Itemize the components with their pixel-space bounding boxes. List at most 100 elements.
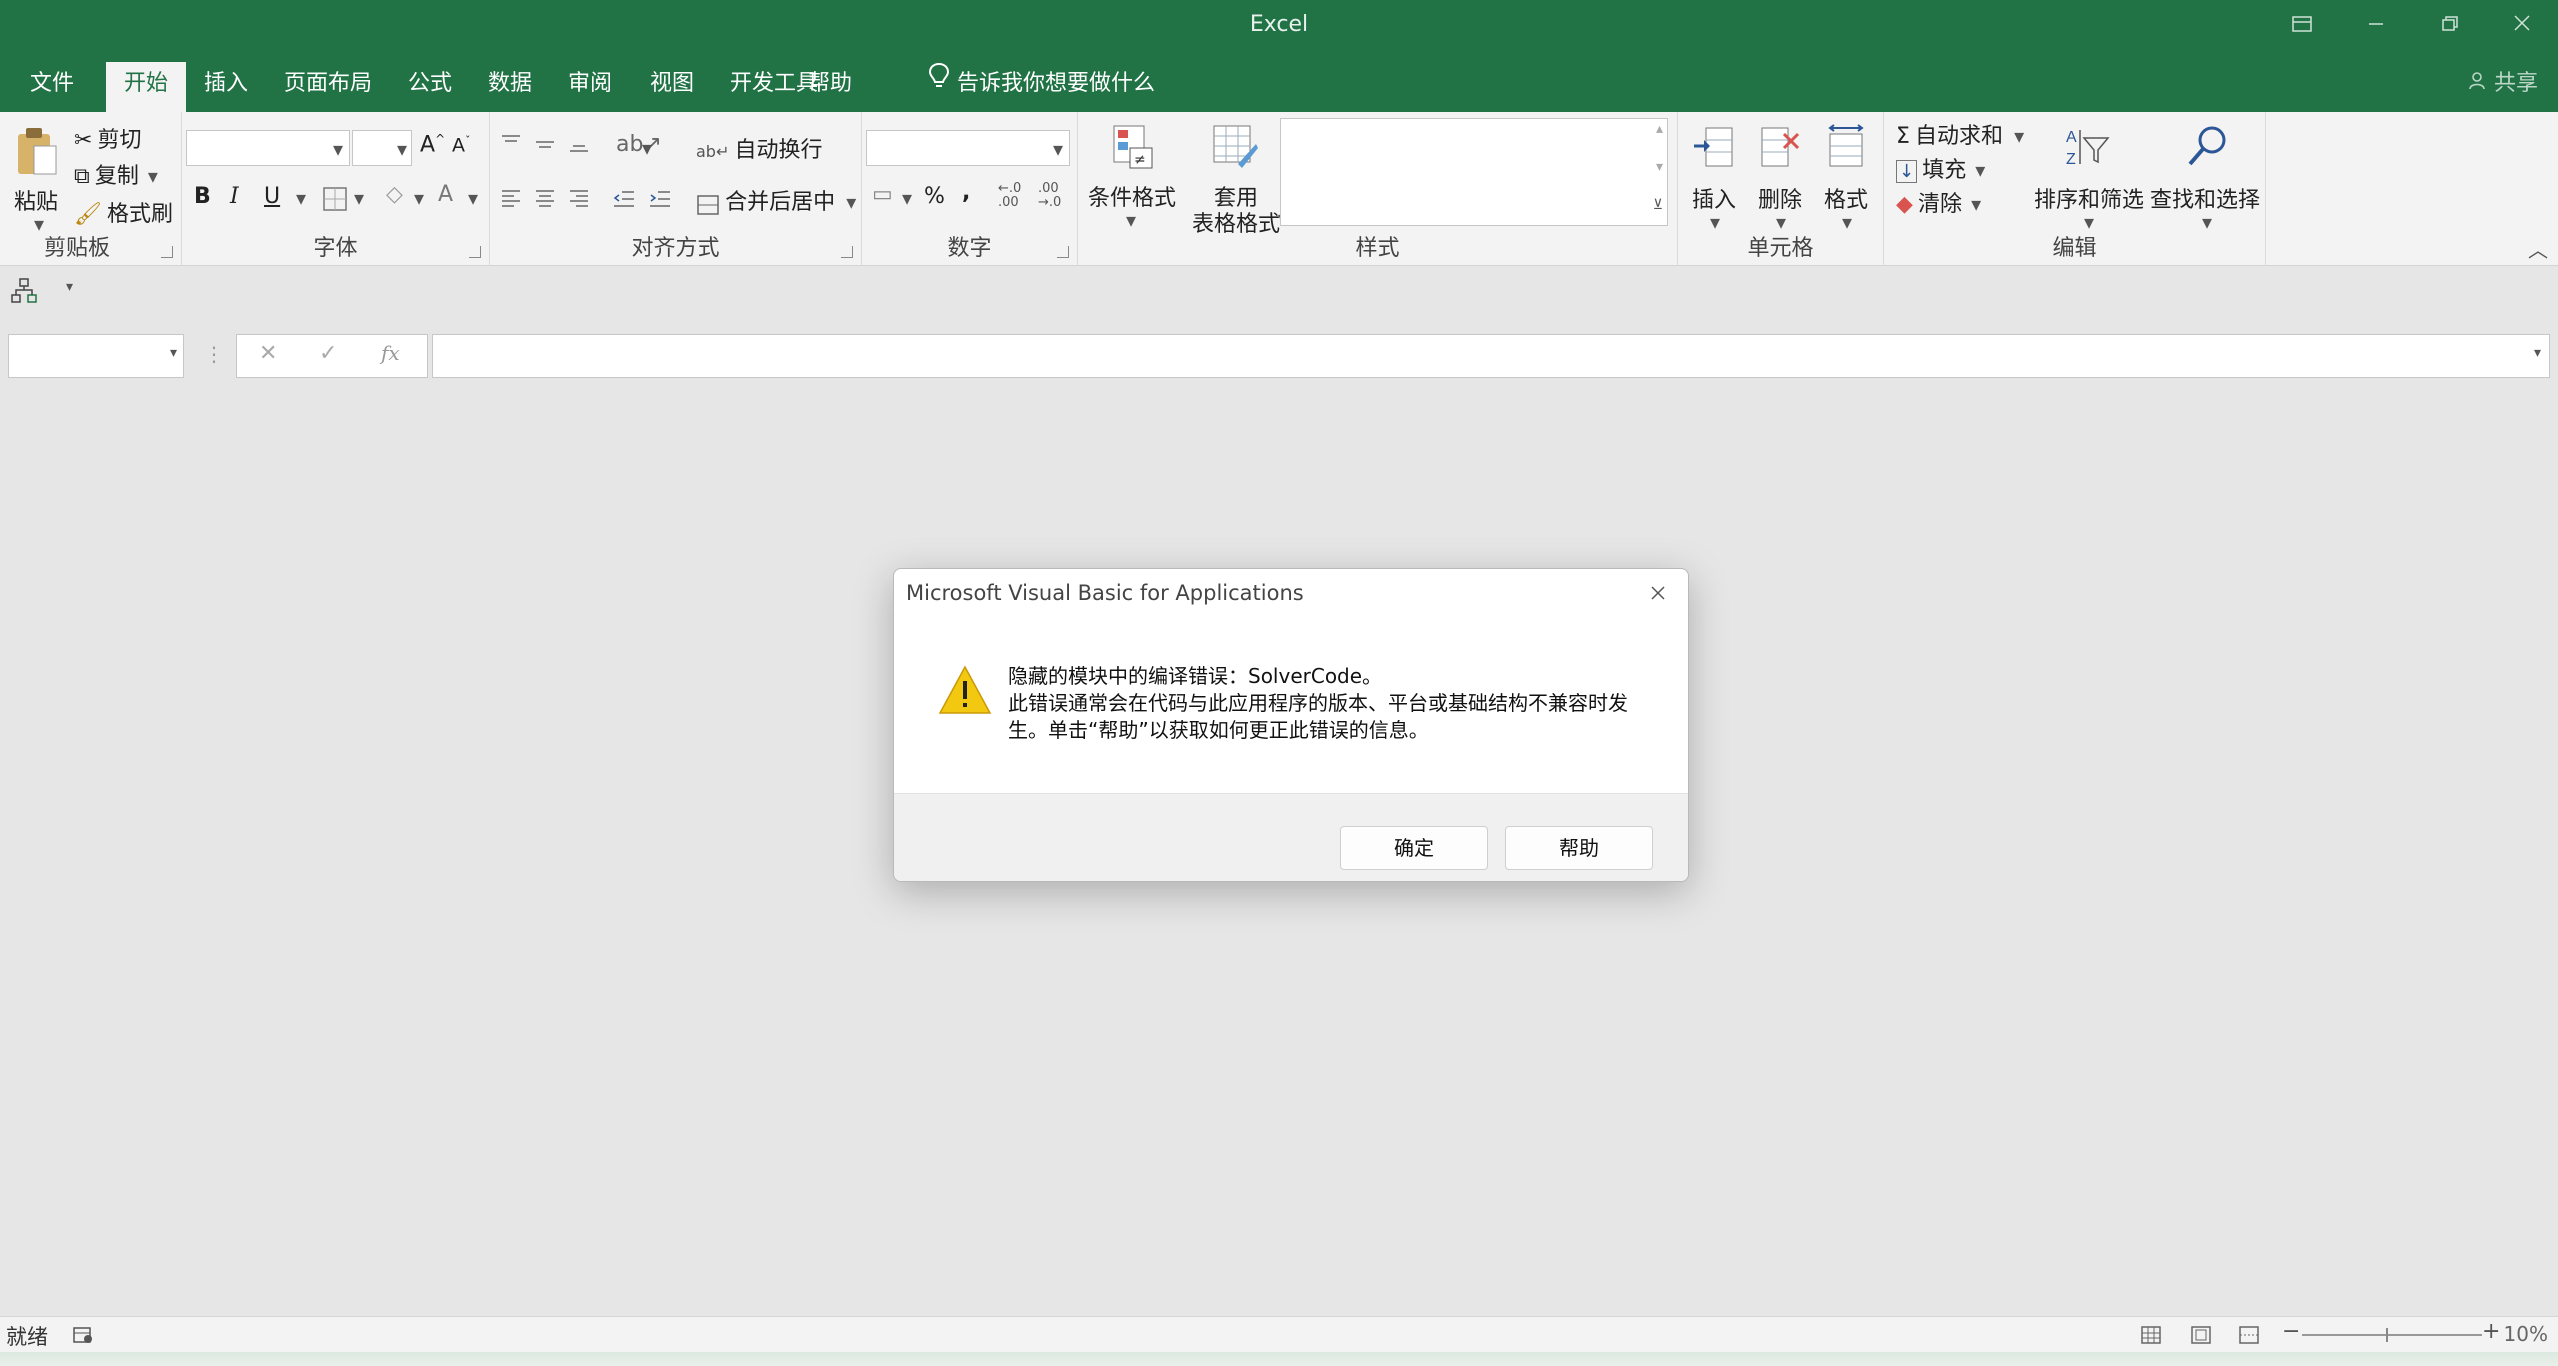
number-launcher-icon[interactable] [1057,246,1069,258]
bold-button[interactable]: B [194,184,211,209]
tab-help[interactable]: 帮助 [790,62,870,112]
customize-qat-icon[interactable]: ▾ [66,279,73,295]
expand-formula-icon[interactable]: ▾ [2534,345,2541,361]
tell-me-search[interactable]: 告诉我你想要做什么 [928,62,1155,106]
decrease-font-icon[interactable]: Aˇ [452,134,471,156]
formula-input[interactable]: ▾ [432,334,2550,378]
tab-insert[interactable]: 插入 [186,62,266,112]
borders-icon[interactable] [322,186,348,212]
increase-font-icon[interactable]: A^ [420,132,445,157]
accounting-dropdown-icon[interactable]: ▾ [902,186,912,210]
tab-review[interactable]: 审阅 [550,62,630,112]
align-left-icon[interactable] [500,188,522,210]
fill-color-dropdown-icon[interactable]: ▾ [414,186,424,210]
warning-icon [938,665,992,714]
merge-center-button[interactable]: 合并后居中 ▾ [696,184,856,216]
decrease-decimal-icon[interactable]: .00 →.0 [1038,182,1061,210]
wrap-text-icon: ab↵ [696,142,730,161]
autosum-button[interactable]: Σ 自动求和 ▾ [1896,118,2024,150]
fill-color-icon[interactable]: ◇ [386,182,403,207]
minimize-icon[interactable] [2356,10,2396,40]
italic-button[interactable]: I [230,184,239,209]
underline-dropdown-icon[interactable]: ▾ [296,186,306,210]
find-select-button[interactable]: 查找和选择 ▾ [2150,122,2262,240]
format-as-table-button[interactable]: 套用 表格格式 ▾ [1186,120,1288,240]
tab-data[interactable]: 数据 [470,62,550,112]
delete-cells-button[interactable]: 删除 ▾ [1752,122,1812,240]
align-middle-icon[interactable] [534,136,556,154]
zoom-level[interactable]: 10% [2504,1322,2548,1346]
percent-style-button[interactable]: % [924,184,945,209]
tab-file[interactable]: 文件 [12,62,92,112]
name-box[interactable]: ▾ [8,334,184,378]
share-button[interactable]: 共享 [2467,62,2538,106]
number-format-dropdown[interactable]: ▾ [866,130,1070,166]
zoom-slider-thumb[interactable] [2386,1328,2388,1342]
tab-view[interactable]: 视图 [632,62,712,112]
format-cells-button[interactable]: 格式 ▾ [1818,122,1878,240]
orientation-icon[interactable]: ab↗ [616,132,662,157]
align-top-icon[interactable] [500,134,522,152]
align-right-icon[interactable] [568,188,590,210]
gallery-up-icon[interactable]: ▴ [1656,121,1663,137]
conditional-formatting-button[interactable]: ≠ 条件格式 ▾ [1082,120,1182,240]
gallery-more-icon[interactable]: ⊻ [1653,197,1663,213]
alignment-launcher-icon[interactable] [841,246,853,258]
cut-button[interactable]: ✂ 剪切 [74,122,142,154]
cancel-entry-icon[interactable]: ✕ [259,341,277,366]
zoom-in-icon[interactable]: + [2482,1319,2500,1344]
cell-styles-gallery[interactable]: ▴ ▾ ⊻ [1280,118,1668,226]
help-button[interactable]: 帮助 [1505,826,1653,870]
format-painter-button[interactable]: 🖌 格式刷 [74,196,173,228]
insert-cells-button[interactable]: 插入 ▾ [1686,122,1746,240]
font-color-icon[interactable]: A [438,182,453,207]
accounting-format-icon[interactable]: ▭ [872,182,893,207]
clear-button[interactable]: ◆ 清除 ▾ [1896,186,1981,218]
collapse-ribbon-icon[interactable]: ︿ [2528,234,2548,263]
zoom-slider[interactable] [2302,1328,2482,1342]
font-size-dropdown[interactable]: ▾ [352,130,412,166]
close-window-icon[interactable] [2502,10,2542,40]
fill-button[interactable]: ↓ 填充 ▾ [1896,152,1985,184]
copy-dropdown-icon[interactable]: ▾ [148,164,158,188]
tab-formulas[interactable]: 公式 [390,62,470,112]
increase-indent-icon[interactable] [648,188,672,210]
ribbon-display-options-icon[interactable] [2282,10,2322,40]
normal-view-icon[interactable] [2140,1325,2162,1345]
format-painter-label: 格式刷 [107,202,174,227]
restore-icon[interactable] [2430,10,2470,40]
clipboard-launcher-icon[interactable] [161,246,173,258]
tab-page-layout[interactable]: 页面布局 [266,62,390,112]
underline-button[interactable]: U [264,184,280,209]
org-chart-icon[interactable] [10,277,38,305]
comma-style-button[interactable]: , [962,180,970,205]
splitter-dots-icon[interactable]: ⋮ [204,342,224,366]
sigma-icon: Σ [1896,124,1910,149]
wrap-text-button[interactable]: ab↵ 自动换行 [696,132,822,164]
increase-decimal-icon[interactable]: ←.0.00 [998,182,1021,210]
paste-button[interactable]: 粘贴 ▾ [8,124,68,236]
sort-filter-button[interactable]: AZ 排序和筛选 ▾ [2034,122,2144,240]
page-break-view-icon[interactable] [2238,1325,2260,1345]
font-group-label: 字体 [313,236,358,261]
insert-function-icon[interactable]: fx [381,341,400,365]
page-layout-view-icon[interactable] [2190,1325,2212,1345]
font-name-dropdown[interactable]: ▾ [186,130,350,166]
borders-dropdown-icon[interactable]: ▾ [354,186,364,210]
tab-home[interactable]: 开始 [106,62,187,112]
gallery-down-icon[interactable]: ▾ [1656,159,1663,175]
align-bottom-icon[interactable] [568,136,590,154]
font-launcher-icon[interactable] [469,246,481,258]
merge-dropdown-icon[interactable]: ▾ [846,190,856,214]
align-center-icon[interactable] [534,188,556,210]
confirm-entry-icon[interactable]: ✓ [319,341,337,366]
decrease-indent-icon[interactable] [612,188,636,210]
close-icon[interactable] [1642,577,1674,609]
orientation-dropdown-icon[interactable]: ▾ [642,136,652,160]
zoom-out-icon[interactable]: − [2282,1319,2300,1344]
font-color-dropdown-icon[interactable]: ▾ [468,186,478,210]
copy-button[interactable]: ⧉ 复制 ▾ [74,158,158,190]
paste-dropdown-icon[interactable]: ▾ [34,212,44,236]
ok-button[interactable]: 确定 [1340,826,1488,870]
macro-record-icon[interactable] [72,1325,94,1345]
